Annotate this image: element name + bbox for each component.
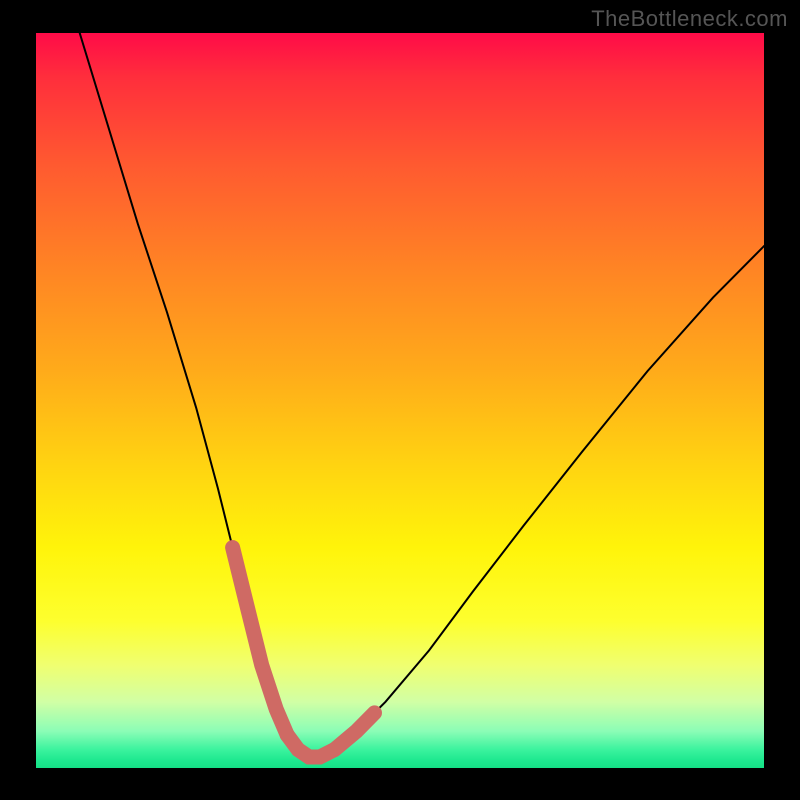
left-descent-highlight xyxy=(233,548,288,735)
chart-frame: TheBottleneck.com xyxy=(0,0,800,800)
bottleneck-curve xyxy=(80,33,764,757)
plot-area xyxy=(36,33,764,768)
watermark-text: TheBottleneck.com xyxy=(591,6,788,32)
bottleneck-curve-svg xyxy=(36,33,764,768)
right-ascent-highlight xyxy=(335,713,375,750)
trough-highlight xyxy=(287,735,334,757)
